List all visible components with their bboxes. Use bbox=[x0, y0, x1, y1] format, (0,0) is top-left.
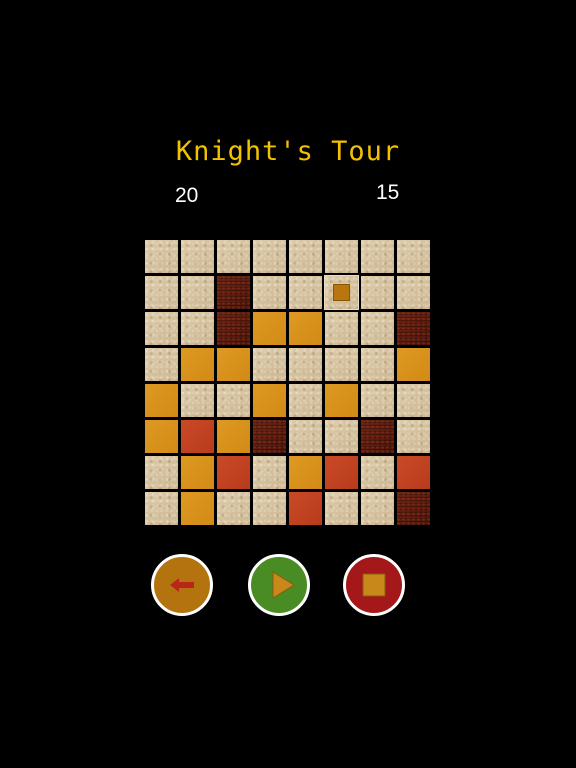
board-square[interactable] bbox=[253, 276, 286, 309]
board-square[interactable] bbox=[145, 492, 178, 525]
board-square[interactable] bbox=[289, 420, 322, 453]
stop-button[interactable] bbox=[343, 554, 405, 616]
board-square[interactable] bbox=[145, 420, 178, 453]
board-square[interactable] bbox=[325, 240, 358, 273]
board-square[interactable] bbox=[145, 312, 178, 345]
board-square[interactable] bbox=[145, 240, 178, 273]
board-square[interactable] bbox=[181, 348, 214, 381]
stop-icon bbox=[362, 573, 386, 597]
board-square[interactable] bbox=[145, 348, 178, 381]
play-icon bbox=[272, 571, 295, 599]
board-square[interactable] bbox=[253, 492, 286, 525]
board-square[interactable] bbox=[397, 492, 430, 525]
board-square[interactable] bbox=[181, 240, 214, 273]
board-square[interactable] bbox=[253, 348, 286, 381]
board-square[interactable] bbox=[361, 348, 394, 381]
board-square[interactable] bbox=[217, 384, 250, 417]
board-square[interactable] bbox=[289, 456, 322, 489]
board-square[interactable] bbox=[397, 276, 430, 309]
board-square[interactable] bbox=[289, 240, 322, 273]
board-square[interactable] bbox=[325, 420, 358, 453]
board-square[interactable] bbox=[181, 420, 214, 453]
board-square[interactable] bbox=[145, 456, 178, 489]
board-square[interactable] bbox=[289, 276, 322, 309]
chess-board bbox=[145, 240, 432, 527]
board-square[interactable] bbox=[145, 276, 178, 309]
board-square[interactable] bbox=[181, 456, 214, 489]
board-square[interactable] bbox=[361, 240, 394, 273]
arrow-left-icon bbox=[170, 578, 194, 592]
board-square[interactable] bbox=[325, 312, 358, 345]
board-square[interactable] bbox=[217, 240, 250, 273]
board-square[interactable] bbox=[253, 420, 286, 453]
board-square[interactable] bbox=[181, 312, 214, 345]
board-square[interactable] bbox=[253, 312, 286, 345]
board-square[interactable] bbox=[361, 420, 394, 453]
board-square[interactable] bbox=[181, 276, 214, 309]
board-square[interactable] bbox=[361, 312, 394, 345]
board-square[interactable] bbox=[324, 275, 359, 310]
board-square[interactable] bbox=[397, 240, 430, 273]
board-square[interactable] bbox=[145, 384, 178, 417]
board-square[interactable] bbox=[397, 384, 430, 417]
board-square[interactable] bbox=[253, 384, 286, 417]
board-square[interactable] bbox=[289, 348, 322, 381]
board-square[interactable] bbox=[181, 384, 214, 417]
board-square[interactable] bbox=[253, 456, 286, 489]
board-square[interactable] bbox=[361, 384, 394, 417]
board-square[interactable] bbox=[397, 312, 430, 345]
play-button[interactable] bbox=[248, 554, 310, 616]
board-square[interactable] bbox=[361, 492, 394, 525]
board-square[interactable] bbox=[397, 456, 430, 489]
board-square[interactable] bbox=[217, 276, 250, 309]
board-square[interactable] bbox=[325, 456, 358, 489]
board-square[interactable] bbox=[361, 276, 394, 309]
board-square[interactable] bbox=[253, 240, 286, 273]
back-button[interactable] bbox=[151, 554, 213, 616]
board-square[interactable] bbox=[217, 312, 250, 345]
board-square[interactable] bbox=[325, 348, 358, 381]
board-square[interactable] bbox=[289, 384, 322, 417]
board-square[interactable] bbox=[289, 492, 322, 525]
game-title: Knight's Tour bbox=[175, 136, 401, 167]
board-square[interactable] bbox=[217, 348, 250, 381]
board-square[interactable] bbox=[397, 420, 430, 453]
board-square[interactable] bbox=[181, 492, 214, 525]
board-square[interactable] bbox=[217, 456, 250, 489]
board-square[interactable] bbox=[397, 348, 430, 381]
remaining-count: 15 bbox=[376, 181, 400, 204]
board-square[interactable] bbox=[289, 312, 322, 345]
board-square[interactable] bbox=[217, 420, 250, 453]
board-square[interactable] bbox=[325, 384, 358, 417]
board-square[interactable] bbox=[325, 492, 358, 525]
board-square[interactable] bbox=[217, 492, 250, 525]
board-square[interactable] bbox=[361, 456, 394, 489]
move-count: 20 bbox=[175, 184, 199, 207]
